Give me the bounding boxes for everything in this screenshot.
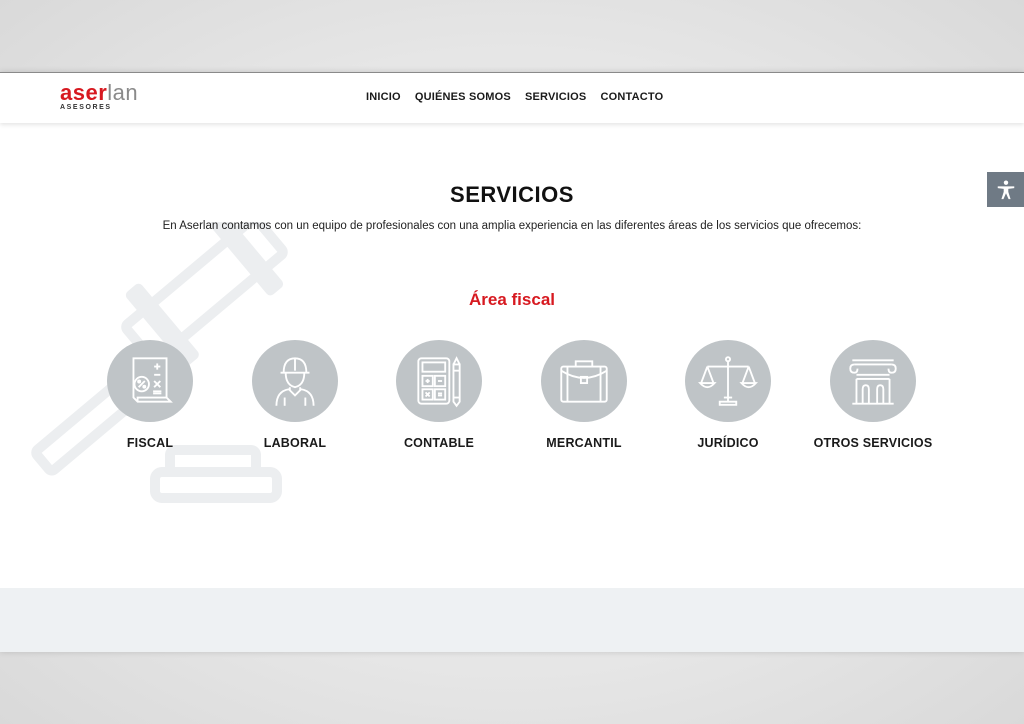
nav-quienes-somos[interactable]: QUIÉNES SOMOS [415,91,511,103]
service-laboral[interactable]: LABORAL [225,340,365,450]
web-page: aserlan ASESORES INICIO QUIÉNES SOMOS SE… [0,72,1024,652]
intro-text: En Aserlan contamos con un equipo de pro… [162,220,862,232]
accessibility-icon [997,179,1014,199]
logo-subtitle: ASESORES [60,104,112,111]
aserlan-logo[interactable]: aserlan ASESORES [60,80,139,112]
service-otros[interactable]: OTROS SERVICIOS [803,340,943,450]
service-juridico[interactable]: JURÍDICO [658,340,798,450]
page-title: SERVICIOS [450,182,574,207]
calculator-icon [417,356,461,408]
column-icon [849,359,897,405]
service-label: JURÍDICO [697,436,759,450]
footer-band [0,588,1024,652]
service-mercantil[interactable]: MERCANTIL [514,340,654,450]
briefcase-icon [560,360,608,403]
service-label: FISCAL [126,436,174,450]
scales-icon [698,356,758,406]
nav-inicio[interactable]: INICIO [366,91,401,103]
tax-document-icon [132,357,173,403]
area-title: Área fiscal [469,290,555,309]
logo-text-gray: lan [107,80,139,105]
logo-text-red: aser [60,80,108,105]
service-contable[interactable]: CONTABLE [369,340,509,450]
accessibility-button[interactable] [987,172,1024,207]
service-label: LABORAL [263,436,327,450]
service-label: MERCANTIL [546,436,622,450]
site-header: aserlan ASESORES INICIO QUIÉNES SOMOS SE… [0,72,1024,123]
worker-icon [275,357,315,406]
nav-contacto[interactable]: CONTACTO [600,91,663,103]
nav-servicios[interactable]: SERVICIOS [525,91,587,103]
main-nav: INICIO QUIÉNES SOMOS SERVICIOS CONTACTO [366,91,663,103]
service-fiscal[interactable]: FISCAL [80,340,220,450]
service-label: CONTABLE [403,436,475,450]
service-label: OTROS SERVICIOS [813,436,933,450]
